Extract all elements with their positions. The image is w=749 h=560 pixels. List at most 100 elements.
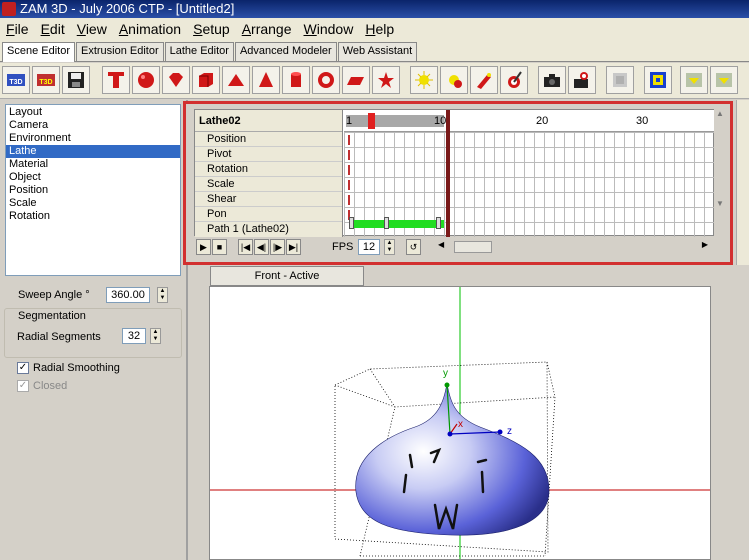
list-item[interactable]: Environment — [6, 132, 180, 145]
spotlight-button[interactable] — [440, 66, 468, 94]
menu-arrange[interactable]: Arrange — [236, 18, 298, 40]
tab-extrusion-editor[interactable]: Extrusion Editor — [75, 42, 164, 61]
list-item[interactable]: Position — [6, 184, 180, 197]
3d-viewport[interactable]: y z x — [209, 286, 711, 560]
gizmo-center-handle[interactable] — [447, 431, 453, 437]
gem-button[interactable] — [162, 66, 190, 94]
star-button[interactable] — [372, 66, 400, 94]
drop-down-alt-button[interactable] — [710, 66, 738, 94]
scroll-left-icon[interactable]: ◀ — [438, 240, 444, 249]
path-keyframe[interactable] — [384, 217, 389, 229]
list-item[interactable]: Rotation — [6, 210, 180, 223]
closed-checkbox[interactable]: ✓ — [17, 380, 29, 392]
gizmo-z-handle[interactable] — [497, 429, 503, 435]
cone-button[interactable] — [252, 66, 280, 94]
next-frame-button[interactable]: |▶ — [270, 239, 285, 255]
track-rotation[interactable]: Rotation — [195, 162, 342, 177]
list-item-selected[interactable]: Lathe — [6, 145, 180, 158]
menu-setup[interactable]: Setup — [187, 18, 236, 40]
property-category-list[interactable]: Layout Camera Environment Lathe Material… — [5, 104, 181, 276]
keyframe-marker[interactable] — [348, 150, 350, 160]
sweep-angle-stepper[interactable]: ▲ ▼ — [157, 287, 168, 303]
path-keyframe[interactable] — [349, 217, 354, 229]
viewport-tab[interactable]: Front - Active — [210, 266, 364, 286]
fps-input[interactable]: 12 — [358, 239, 380, 255]
list-item[interactable]: Object — [6, 171, 180, 184]
list-item[interactable]: Camera — [6, 119, 180, 132]
tab-lathe-editor[interactable]: Lathe Editor — [164, 42, 234, 61]
prev-frame-button[interactable]: ◀| — [254, 239, 269, 255]
timeline-horizontal-scrollbar[interactable]: ◀ ▶ — [438, 240, 708, 253]
play-button[interactable]: ▶ — [196, 239, 211, 255]
timeline-panel: Lathe02 Position Pivot Rotation Scale Sh… — [183, 101, 733, 265]
radial-smoothing-checkbox[interactable]: ✓ — [17, 362, 29, 374]
ruler-range — [346, 115, 444, 127]
track-shear[interactable]: Shear — [195, 192, 342, 207]
scrollbar-thumb[interactable] — [454, 241, 492, 253]
cylinder-button[interactable] — [282, 66, 310, 94]
last-frame-button[interactable]: ▶| — [286, 239, 301, 255]
timeline-vertical-scrollbar[interactable]: ▲ ▼ — [714, 109, 726, 236]
first-frame-button[interactable]: |◀ — [238, 239, 253, 255]
drop-down-button[interactable] — [680, 66, 708, 94]
lathe-model[interactable] — [355, 382, 550, 536]
tab-web-assistant[interactable]: Web Assistant — [337, 42, 418, 61]
timeline-ruler[interactable]: 1 10 20 30 — [344, 110, 714, 132]
keyframe-marker[interactable] — [348, 135, 350, 145]
track-pivot[interactable]: Pivot — [195, 147, 342, 162]
menu-animation[interactable]: Animation — [113, 18, 187, 40]
t3d-new-button[interactable]: T3D — [2, 66, 30, 94]
viewport-area: Front - Active y z x — [191, 266, 733, 560]
gizmo-y-label: y — [443, 368, 448, 379]
save-button[interactable] — [62, 66, 90, 94]
menu-file[interactable]: File — [0, 18, 35, 40]
camera-button[interactable] — [538, 66, 566, 94]
path-animation-bar[interactable] — [352, 220, 444, 228]
text-object-button[interactable] — [102, 66, 130, 94]
group-button[interactable] — [644, 66, 672, 94]
playhead[interactable] — [368, 113, 375, 129]
target-camera-button[interactable] — [568, 66, 596, 94]
menu-view[interactable]: View — [71, 18, 113, 40]
stop-button[interactable]: ■ — [212, 239, 227, 255]
track-scale[interactable]: Scale — [195, 177, 342, 192]
track-path[interactable]: Path 1 (Lathe02) — [195, 222, 342, 237]
menu-help[interactable]: Help — [359, 18, 400, 40]
list-item[interactable]: Layout — [6, 106, 180, 119]
radial-segments-input[interactable]: 32 — [122, 328, 146, 344]
tab-scene-editor[interactable]: Scene Editor — [2, 42, 75, 62]
rocket-button[interactable] — [470, 66, 498, 94]
keyframe-marker[interactable] — [348, 180, 350, 190]
gizmo-y-handle[interactable] — [444, 382, 450, 388]
timeline-grid[interactable]: 1 10 20 30 — [344, 110, 714, 237]
keyframe-marker[interactable] — [348, 195, 350, 205]
t3d-open-button[interactable]: T3D — [32, 66, 60, 94]
timeline-end-marker[interactable] — [446, 110, 450, 237]
plane-button[interactable] — [342, 66, 370, 94]
list-item[interactable]: Scale — [6, 197, 180, 210]
menu-window[interactable]: Window — [298, 18, 360, 40]
text-t-icon — [108, 72, 124, 88]
radial-segments-stepper[interactable]: ▲ ▼ — [150, 328, 161, 344]
path-keyframe[interactable] — [436, 217, 441, 229]
list-item[interactable]: Material — [6, 158, 180, 171]
group-icon — [650, 72, 666, 88]
loop-button[interactable]: ↺ — [406, 239, 421, 255]
tab-advanced-modeler[interactable]: Advanced Modeler — [234, 42, 337, 61]
sweep-angle-input[interactable]: 360.00 — [106, 287, 150, 303]
sphere-button[interactable] — [132, 66, 160, 94]
track-position[interactable]: Position — [195, 132, 342, 147]
disabled-tool-button[interactable] — [606, 66, 634, 94]
wedge-button[interactable] — [222, 66, 250, 94]
cube-button[interactable] — [192, 66, 220, 94]
menu-edit[interactable]: Edit — [35, 18, 71, 40]
torus-button[interactable] — [312, 66, 340, 94]
fps-stepper[interactable]: ▲ ▼ — [384, 239, 395, 255]
track-pon[interactable]: Pon — [195, 207, 342, 222]
light-button[interactable] — [410, 66, 438, 94]
keyframe-marker[interactable] — [348, 165, 350, 175]
target-button[interactable] — [500, 66, 528, 94]
scroll-right-icon[interactable]: ▶ — [702, 240, 708, 249]
cone-icon — [259, 72, 273, 87]
editor-tabs: Scene Editor Extrusion Editor Lathe Edit… — [0, 40, 749, 62]
